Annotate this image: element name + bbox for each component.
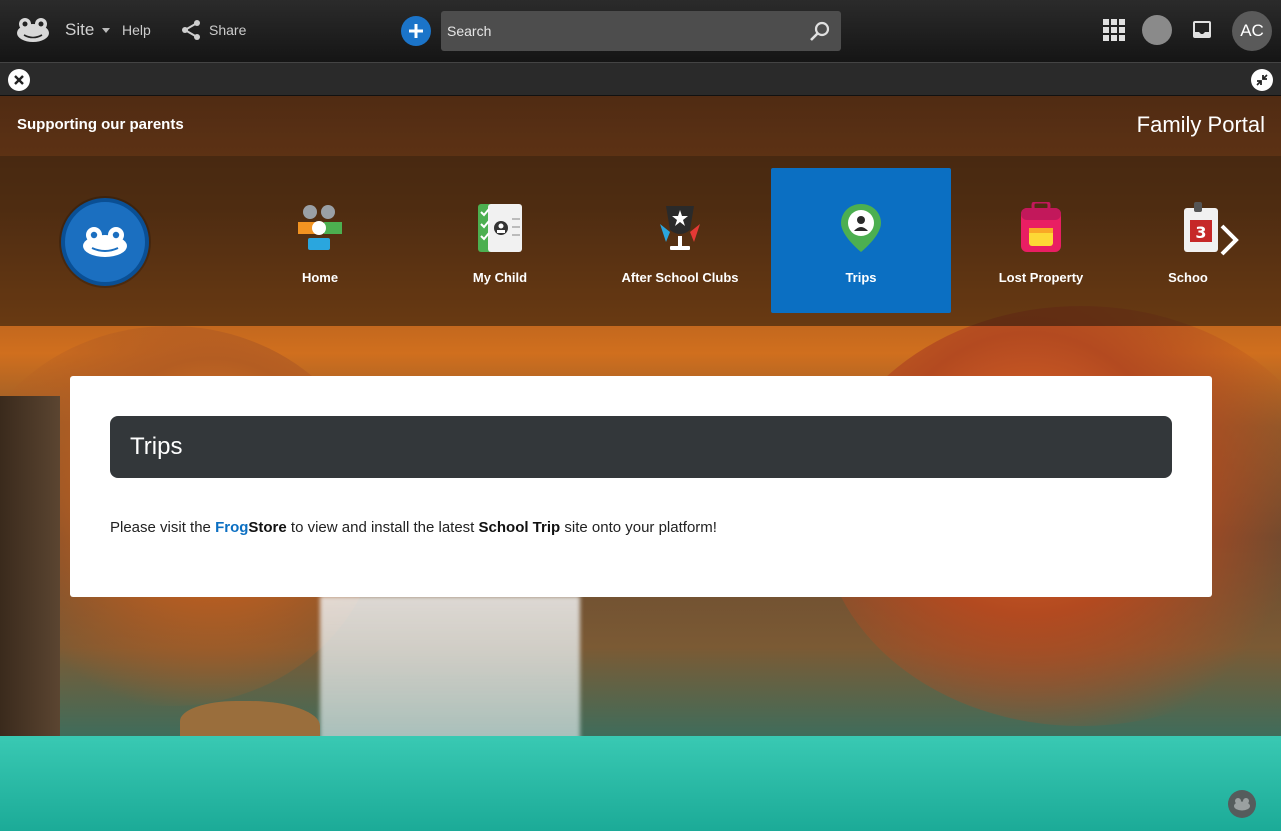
share-button[interactable]: Share (180, 19, 246, 41)
collapse-icon (1256, 74, 1268, 86)
nav-item-my-child[interactable]: My Child (410, 168, 590, 313)
school-trip-text: School Trip (478, 519, 561, 536)
close-icon (14, 75, 24, 85)
search-icon[interactable] (809, 20, 831, 42)
inbox-icon[interactable] (1191, 19, 1213, 41)
search-input[interactable] (441, 11, 801, 51)
help-link[interactable]: Help (122, 22, 151, 38)
nav-label-lost-property: Lost Property (998, 270, 1084, 285)
svg-text:3: 3 (1195, 223, 1206, 242)
close-button[interactable] (8, 69, 30, 91)
top-bar: Site Help Share AC (0, 0, 1281, 62)
frog-logo-icon[interactable] (15, 14, 51, 46)
nav-label-my-child: My Child (472, 270, 528, 285)
content-card: Trips Please visit the FrogStore to view… (70, 376, 1212, 597)
people-icon (298, 205, 342, 250)
user-avatar[interactable]: AC (1232, 11, 1272, 51)
page-title-bar: Trips (110, 416, 1172, 478)
frogstore-store[interactable]: Store (248, 519, 286, 536)
add-button[interactable] (401, 16, 431, 46)
trophy-icon (660, 206, 700, 250)
page-title: Trips (130, 433, 183, 460)
portal-title: Family Portal (1136, 112, 1265, 137)
apps-grid-icon[interactable] (1103, 19, 1125, 41)
nav-item-lost-property[interactable]: Lost Property (951, 168, 1131, 313)
frog-help-icon[interactable] (1228, 790, 1256, 818)
nav-label-school: Schoo (1168, 270, 1208, 285)
map-pin-icon (841, 204, 881, 252)
chevron-down-icon (102, 27, 111, 33)
message-prefix: Please visit the (110, 519, 216, 536)
nav-label-after-school-clubs: After School Clubs (621, 270, 739, 285)
contact-card-icon (478, 204, 522, 252)
status-circle-button[interactable] (1142, 15, 1172, 45)
sub-bar (0, 62, 1281, 96)
nav-label-home: Home (301, 270, 339, 285)
chevron-right-icon[interactable] (1214, 220, 1244, 260)
share-icon (182, 20, 200, 40)
nav-item-after-school-clubs[interactable]: After School Clubs (590, 168, 770, 313)
share-label: Share (209, 22, 247, 38)
message-mid: to view and install the latest (286, 519, 479, 536)
frogstore-frog[interactable]: Frog (215, 519, 248, 536)
search-box (441, 11, 841, 51)
nav-item-home[interactable]: Home (230, 168, 410, 313)
trips-message: Please visit the FrogStore to view and i… (110, 519, 717, 536)
header-band (0, 96, 1281, 156)
frog-badge-icon[interactable] (61, 198, 149, 286)
nav-item-trips[interactable]: Trips (771, 168, 951, 313)
message-suffix: site onto your platform! (560, 519, 717, 536)
site-tagline: Supporting our parents (17, 116, 184, 133)
site-menu[interactable]: Site (65, 20, 111, 40)
nav-label-trips: Trips (845, 270, 877, 285)
backpack-icon (1021, 202, 1061, 252)
plus-icon (409, 24, 423, 38)
site-label: Site (65, 20, 95, 39)
collapse-button[interactable] (1251, 69, 1273, 91)
